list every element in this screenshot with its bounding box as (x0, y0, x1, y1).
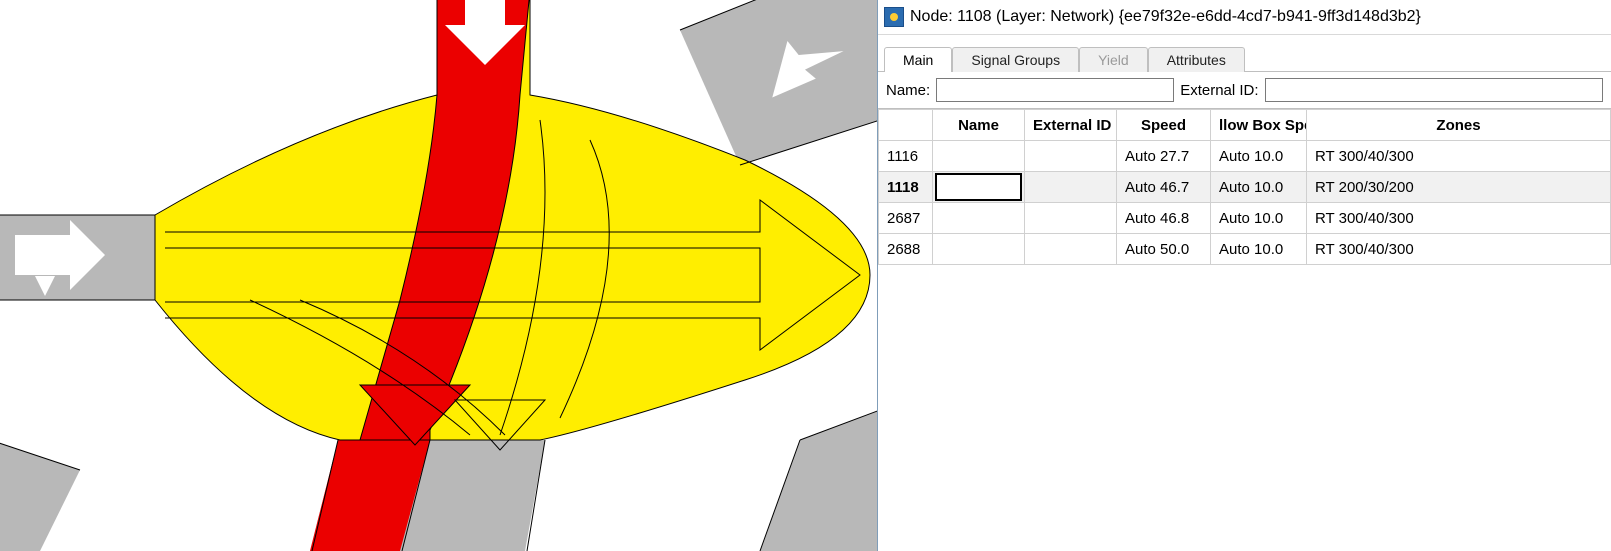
col-box-speed[interactable]: llow Box Spe (1211, 110, 1307, 141)
cell-box-speed[interactable]: Auto 10.0 (1211, 234, 1307, 265)
tab-yield[interactable]: Yield (1079, 47, 1148, 72)
node-properties-panel: Node: 1108 (Layer: Network) {ee79f32e-e6… (877, 0, 1611, 551)
name-input[interactable] (936, 78, 1174, 102)
cell-zones[interactable]: RT 300/40/300 (1307, 141, 1611, 172)
tab-attributes[interactable]: Attributes (1148, 47, 1245, 72)
col-zones[interactable]: Zones (1307, 110, 1611, 141)
external-id-input[interactable] (1265, 78, 1603, 102)
cell-external-id[interactable] (1025, 203, 1117, 234)
table-row[interactable]: 2687 Auto 46.8Auto 10.0RT 300/40/300 (879, 203, 1611, 234)
cell-external-id[interactable] (1025, 141, 1117, 172)
table-row[interactable]: 1118 Auto 46.7Auto 10.0RT 200/30/200 (879, 172, 1611, 203)
col-speed[interactable]: Speed (1117, 110, 1211, 141)
cell-name[interactable] (933, 141, 1025, 172)
network-map-canvas[interactable] (0, 0, 877, 551)
cell-zones[interactable]: RT 300/40/300 (1307, 203, 1611, 234)
cell-speed[interactable]: Auto 46.7 (1117, 172, 1211, 203)
cell-id[interactable]: 1118 (879, 172, 933, 203)
cell-zones[interactable]: RT 300/40/300 (1307, 234, 1611, 265)
cell-speed[interactable]: Auto 46.8 (1117, 203, 1211, 234)
table-row[interactable]: 2688 Auto 50.0Auto 10.0RT 300/40/300 (879, 234, 1611, 265)
panel-title: Node: 1108 (Layer: Network) {ee79f32e-e6… (910, 8, 1421, 26)
cell-speed[interactable]: Auto 27.7 (1117, 141, 1211, 172)
cell-name[interactable] (933, 234, 1025, 265)
turns-grid[interactable]: Name External ID Speed llow Box Spe Zone… (878, 108, 1611, 551)
external-id-label: External ID: (1180, 82, 1258, 99)
cell-zones[interactable]: RT 200/30/200 (1307, 172, 1611, 203)
tab-main[interactable]: Main (884, 47, 952, 72)
tab-signal-groups[interactable]: Signal Groups (952, 47, 1079, 72)
table-row[interactable]: 1116 Auto 27.7Auto 10.0RT 300/40/300 (879, 141, 1611, 172)
cell-external-id[interactable] (1025, 172, 1117, 203)
cell-external-id[interactable] (1025, 234, 1117, 265)
cell-id[interactable]: 2687 (879, 203, 933, 234)
node-form-row: Name: External ID: (878, 72, 1611, 108)
cell-name[interactable] (933, 172, 1025, 203)
panel-titlebar: Node: 1108 (Layer: Network) {ee79f32e-e6… (878, 0, 1611, 35)
cell-speed[interactable]: Auto 50.0 (1117, 234, 1211, 265)
col-id[interactable] (879, 110, 933, 141)
cell-id[interactable]: 1116 (879, 141, 933, 172)
name-label: Name: (886, 82, 930, 99)
col-external-id[interactable]: External ID (1025, 110, 1117, 141)
cell-id[interactable]: 2688 (879, 234, 933, 265)
cell-name[interactable] (933, 203, 1025, 234)
tab-strip: Main Signal Groups Yield Attributes (878, 35, 1611, 72)
cell-box-speed[interactable]: Auto 10.0 (1211, 141, 1307, 172)
grid-header-row: Name External ID Speed llow Box Spe Zone… (879, 110, 1611, 141)
cell-editor[interactable] (935, 173, 1022, 201)
col-name[interactable]: Name (933, 110, 1025, 141)
cell-box-speed[interactable]: Auto 10.0 (1211, 172, 1307, 203)
app-icon (884, 7, 904, 27)
cell-box-speed[interactable]: Auto 10.0 (1211, 203, 1307, 234)
